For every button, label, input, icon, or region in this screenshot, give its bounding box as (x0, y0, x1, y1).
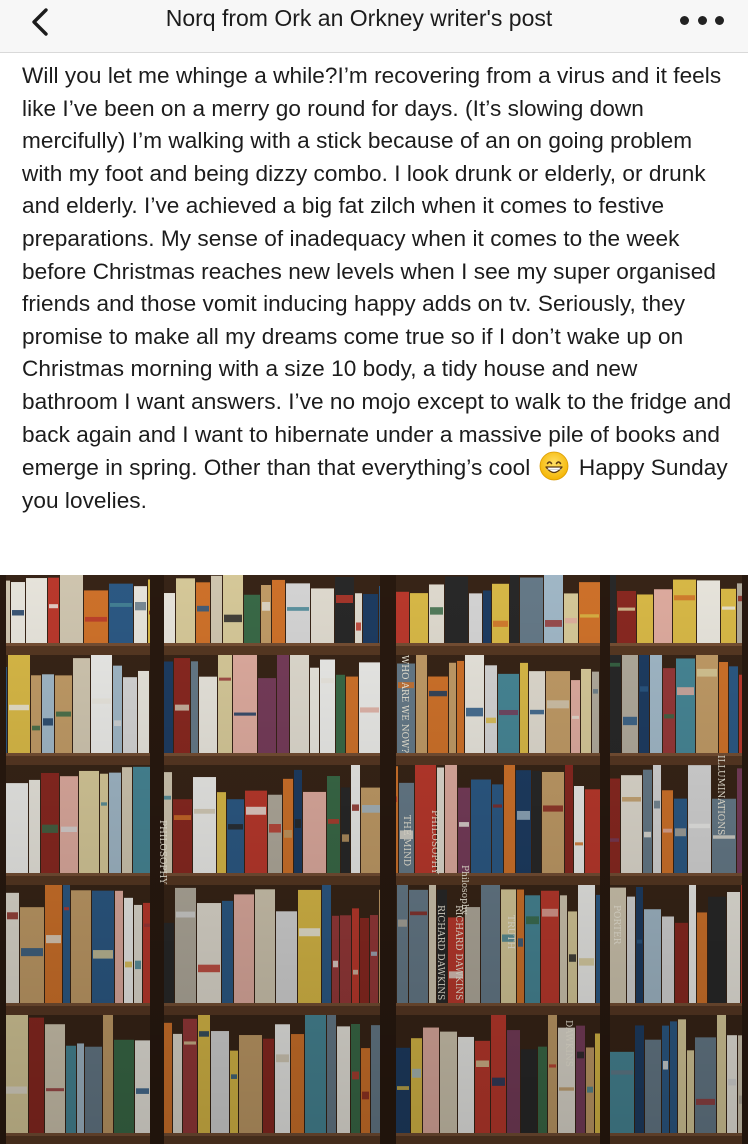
chevron-left-icon (32, 8, 48, 36)
top-nav-bar: Norq from Ork an Orkney writer's post (0, 0, 748, 53)
bookshelf-photo[interactable]: THE MINDPHILOSOPHYRICHARD DAWKINSRICHARD… (0, 575, 748, 1144)
page-title: Norq from Ork an Orkney writer's post (165, 5, 553, 31)
back-button[interactable] (22, 4, 62, 44)
post-body: Will you let me whinge a while?I’m recov… (22, 60, 734, 517)
grinning-face-emoji (539, 451, 569, 481)
bookshelf-illustration: THE MINDPHILOSOPHYRICHARD DAWKINSRICHARD… (0, 575, 748, 1144)
more-dot (697, 15, 707, 25)
more-dot (715, 15, 724, 25)
post-text: Will you let me whinge a while?I’m recov… (22, 63, 732, 481)
more-options-button[interactable] (680, 6, 724, 34)
more-horizontal-icon (680, 15, 689, 25)
